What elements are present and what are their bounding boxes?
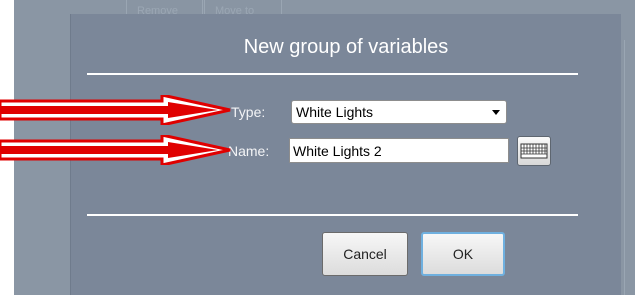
cancel-button[interactable]: Cancel	[322, 232, 408, 276]
annotation-arrow-name	[0, 135, 231, 165]
background-panel-edge	[624, 40, 635, 295]
keyboard-button[interactable]	[517, 136, 551, 166]
name-input[interactable]	[289, 138, 509, 163]
type-select-value: White Lights	[296, 104, 374, 120]
chevron-down-icon	[492, 110, 500, 115]
annotation-arrow-type	[0, 95, 231, 125]
type-select[interactable]: White Lights	[291, 100, 507, 124]
title-divider	[87, 73, 578, 75]
type-label: Type:	[231, 104, 266, 120]
footer-divider	[87, 214, 578, 216]
keyboard-icon	[520, 143, 548, 159]
ok-button[interactable]: OK	[421, 232, 505, 276]
name-label: Name:	[228, 143, 270, 159]
dialog-title: New group of variables	[243, 36, 449, 58]
